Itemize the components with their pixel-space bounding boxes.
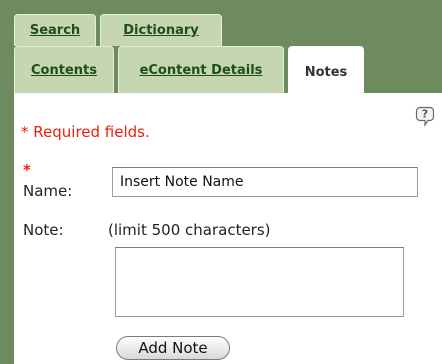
notes-widget: Search Dictionary Contents eContent Deta… (0, 0, 442, 364)
tab-search-label: Search (29, 23, 81, 38)
tab-dictionary-label: Dictionary (123, 23, 199, 38)
name-field[interactable]: Insert Note Name (112, 167, 418, 197)
add-note-button[interactable]: Add Note (116, 336, 230, 360)
note-limit-hint: (limit 500 characters) (108, 221, 271, 239)
note-label: Note: (23, 221, 64, 239)
required-fields-notice: * Required fields. (21, 123, 150, 141)
name-label: Name: (23, 182, 73, 200)
tab-bar: Search Dictionary Contents eContent Deta… (14, 14, 442, 98)
tab-econtent-details-label: eContent Details (139, 62, 263, 78)
tab-notes-label: Notes (304, 65, 348, 80)
note-textarea[interactable] (115, 247, 404, 317)
tab-contents[interactable]: Contents (14, 46, 114, 93)
help-question-icon[interactable]: ? (414, 105, 436, 127)
tab-econtent-details[interactable]: eContent Details (118, 46, 284, 93)
tab-contents-label: Contents (31, 62, 97, 78)
tab-notes[interactable]: Notes (288, 46, 364, 98)
tab-search[interactable]: Search (14, 14, 96, 46)
required-star: * (23, 161, 31, 179)
svg-text:?: ? (422, 108, 428, 121)
tab-dictionary[interactable]: Dictionary (100, 14, 222, 46)
